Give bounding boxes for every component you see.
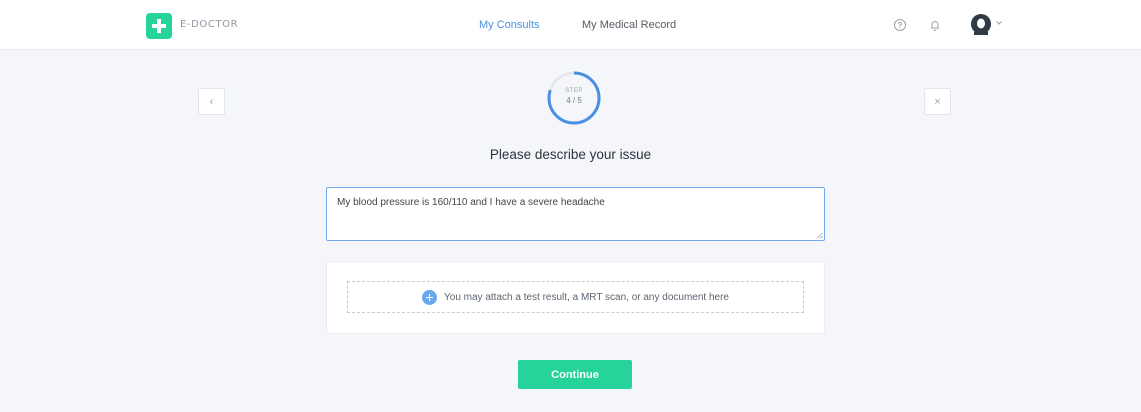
help-icon[interactable]	[893, 18, 907, 32]
resize-handle-icon[interactable]	[816, 232, 823, 239]
top-header: E-DOCTOR My Consults My Medical Record	[0, 0, 1141, 50]
issue-description-input[interactable]: My blood pressure is 160/110 and I have …	[326, 187, 825, 241]
page-title: Please describe your issue	[489, 147, 652, 162]
chevron-left-icon: ‹	[209, 95, 214, 108]
step-label: STEP	[565, 88, 583, 94]
avatar[interactable]	[970, 13, 992, 35]
close-icon: ×	[934, 95, 941, 108]
logo-cross-icon[interactable]	[146, 13, 172, 39]
back-button[interactable]: ‹	[198, 88, 225, 115]
nav-my-medical-record[interactable]: My Medical Record	[582, 19, 676, 31]
bell-icon[interactable]	[928, 18, 942, 32]
continue-button[interactable]: Continue	[518, 360, 632, 389]
nav-my-consults[interactable]: My Consults	[479, 19, 540, 31]
attachment-dropzone[interactable]: You may attach a test result, a MRT scan…	[347, 281, 804, 313]
chevron-down-icon[interactable]	[996, 21, 1002, 25]
attachment-hint: You may attach a test result, a MRT scan…	[444, 291, 729, 303]
close-button[interactable]: ×	[924, 88, 951, 115]
brand-name[interactable]: E-DOCTOR	[180, 19, 238, 30]
step-counter: 4 / 5	[566, 96, 582, 105]
add-attachment-icon[interactable]	[422, 289, 438, 305]
